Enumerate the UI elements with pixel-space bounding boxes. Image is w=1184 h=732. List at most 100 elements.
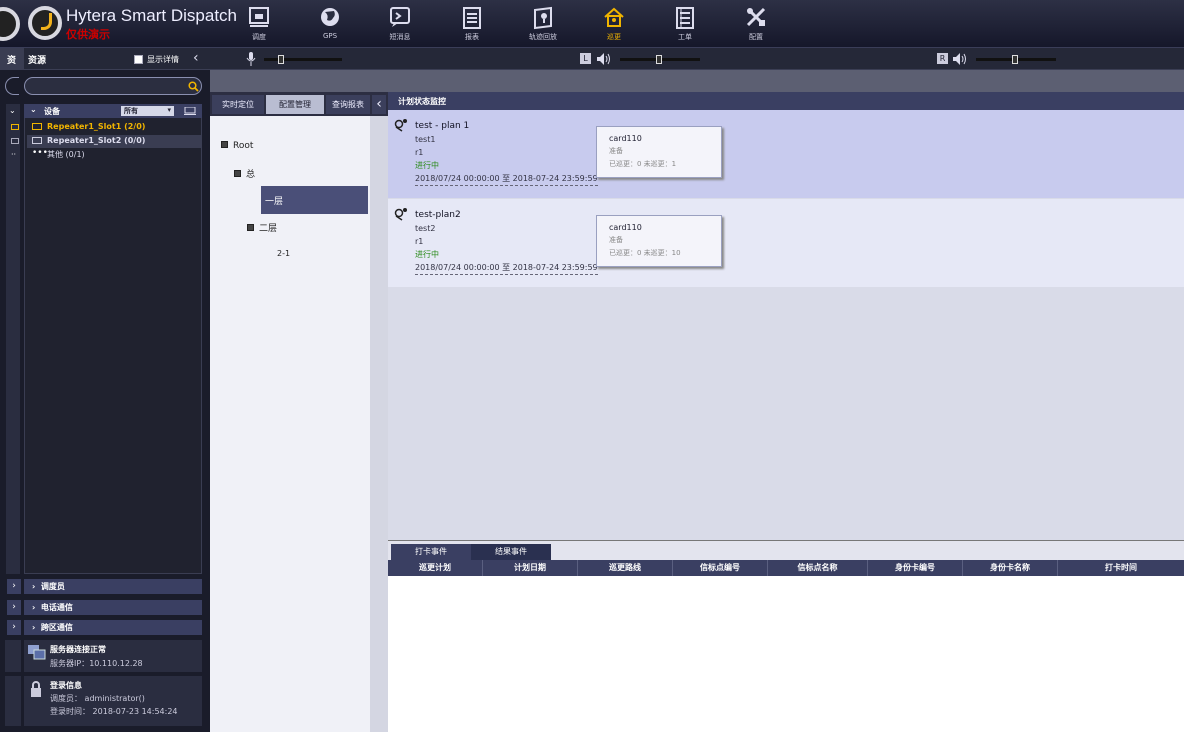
collapsed-repeater-icon [11,124,19,130]
left-volume-slider[interactable] [620,55,700,64]
devices-chevron-icon: ⌄ [30,105,37,114]
column-header[interactable]: 计划日期 [483,560,578,576]
search-icon[interactable] [188,81,199,92]
area-tree: Root 总 一层 二层 2-1 [210,116,370,732]
right-volume-slider[interactable] [976,55,1056,64]
tree-splitter[interactable] [370,116,388,732]
patrol-icon [604,7,624,27]
track-icon [534,6,552,30]
login-info: 登录信息 调度员： administrator() 登录时间： 2018-07-… [24,676,202,726]
tab-query-report[interactable]: 查询报表 [326,95,370,114]
collapsed-repeater-icon [11,138,19,144]
card-tile[interactable]: card110 准备 已巡更：0 未巡更：1 [596,126,722,178]
column-header[interactable]: 身份卡名称 [963,560,1058,576]
card-title: card110 [609,223,642,232]
plan-line: test1 [415,135,436,144]
collapsed-server-tile [5,640,21,672]
collapsed-chevron-icon[interactable]: › [7,620,21,635]
tab-checkin-events[interactable]: 打卡事件 [391,544,471,560]
tree-node-total[interactable]: 总 [234,167,255,180]
toolbar-strip: 资 资源 显示详情 ‹ L R [0,48,1184,70]
collapse-tabs-chevron-icon[interactable]: ‹ [372,95,386,114]
card-tile[interactable]: card110 准备 已巡更：0 未巡更：10 [596,215,722,267]
monitor-icon[interactable] [184,107,196,115]
search-input[interactable] [24,77,202,95]
server-icon [28,645,46,660]
collapse-left-chevron-icon[interactable]: ‹ [193,50,199,66]
tree-node-floor1[interactable]: 一层 [261,186,368,214]
collapsed-chevron-icon[interactable]: › [7,600,21,615]
section-cross-region[interactable]: › 跨区通信 [24,620,202,635]
nav-dispatch[interactable]: 调度 [229,6,289,46]
collapsed-devices-chevron-icon: ⌄ [9,106,16,115]
plan-status: 进行中 [415,161,439,170]
nav-workorder[interactable]: 工单 [655,6,715,46]
nav-track[interactable]: 轨迹回放 [513,6,573,46]
show-detail-label: 显示详情 [147,55,179,64]
collapsed-chevron-icon[interactable]: › [7,579,21,594]
column-header[interactable]: 信标点名称 [768,560,868,576]
nav-patrol-label: 巡更 [607,33,621,41]
microphone-icon[interactable] [246,52,256,66]
tab-realtime[interactable]: 实时定位 [212,95,264,114]
collapse-icon[interactable] [221,141,228,148]
section-chevron-icon: › [32,603,41,612]
column-header[interactable]: 巡更计划 [388,560,483,576]
nav-report[interactable]: 报表 [442,6,502,46]
plan-status: 进行中 [415,250,439,259]
repeater-icon [32,137,42,144]
user-value: administrator() [84,694,145,703]
sub-tabs: 实时定位 配置管理 查询报表 ‹ [210,92,388,116]
speaker-left-icon[interactable] [596,52,612,66]
mic-volume-slider[interactable] [264,55,342,64]
device-item[interactable]: ••• 其他 (0/1) [27,148,201,161]
collapse-icon[interactable] [234,170,241,177]
show-detail-checkbox[interactable] [134,55,143,64]
plan-monitor-title: 计划状态监控 [388,92,1184,110]
tab-config[interactable]: 配置管理 [266,95,324,114]
tree-node-label: Root [233,141,254,151]
section-dispatchers[interactable]: › 调度员 [24,579,202,594]
tab-result-events[interactable]: 结果事件 [471,544,551,560]
nav-config-label: 配置 [749,33,763,41]
card-counts: 已巡更：0 未巡更：1 [609,160,677,168]
device-filter-select[interactable]: 所有 ▾ [121,106,174,116]
speaker-right-icon[interactable] [952,52,968,66]
nav-patrol[interactable]: 巡更 [584,6,644,46]
plan-name: test-plan2 [415,210,461,220]
device-tree [24,104,202,574]
login-time-label: 登录时间： [50,707,90,716]
user-label: 调度员： [50,694,82,703]
section-label: 跨区通信 [40,623,73,632]
column-header[interactable]: 身份卡编号 [868,560,963,576]
nav-message[interactable]: 短消息 [370,6,430,46]
column-header[interactable]: 信标点编号 [673,560,768,576]
server-ip-label: 服务器IP： [50,659,90,668]
column-header[interactable]: 巡更路线 [578,560,673,576]
plan-range: 2018/07/24 00:00:00 至 2018-07-24 23:59:5… [415,172,598,186]
collapse-icon[interactable] [247,224,254,231]
tree-node-2-1[interactable]: 2-1 [277,249,290,258]
devices-header[interactable]: ⌄ 设备 所有 ▾ [24,104,202,118]
tree-node-label: 一层 [265,197,284,207]
plan-row[interactable]: test-plan2 test2 r1 进行中 2018/07/24 00:00… [388,199,1184,287]
plan-range: 2018/07/24 00:00:00 至 2018-07-24 23:59:5… [415,261,598,275]
tree-node-root[interactable]: Root [221,141,253,151]
nav-config[interactable]: 配置 [726,6,786,46]
plan-route: r1 [415,148,424,157]
device-item[interactable]: Repeater1_Slot1 (2/0) [27,121,201,134]
column-header[interactable]: 打卡时间 [1058,560,1184,576]
background-logo-icon [0,4,22,44]
section-phone[interactable]: › 电话通信 [24,600,202,615]
section-label: 电话通信 [40,603,73,612]
plan-row[interactable]: test - plan 1 test1 r1 进行中 2018/07/24 00… [388,110,1184,198]
nav-report-label: 报表 [465,33,479,41]
nav-gps[interactable]: GPS [300,6,360,46]
tree-node-floor2[interactable]: 二层 [247,221,277,234]
device-label: Repeater1_Slot2 (0/0) [47,136,146,145]
section-chevron-icon: › [32,623,41,632]
nav-gps-label: GPS [322,32,338,40]
event-grid-body[interactable] [388,576,1184,732]
collapsed-tree-rail [6,104,20,574]
device-item[interactable]: Repeater1_Slot2 (0/0) [27,135,201,148]
